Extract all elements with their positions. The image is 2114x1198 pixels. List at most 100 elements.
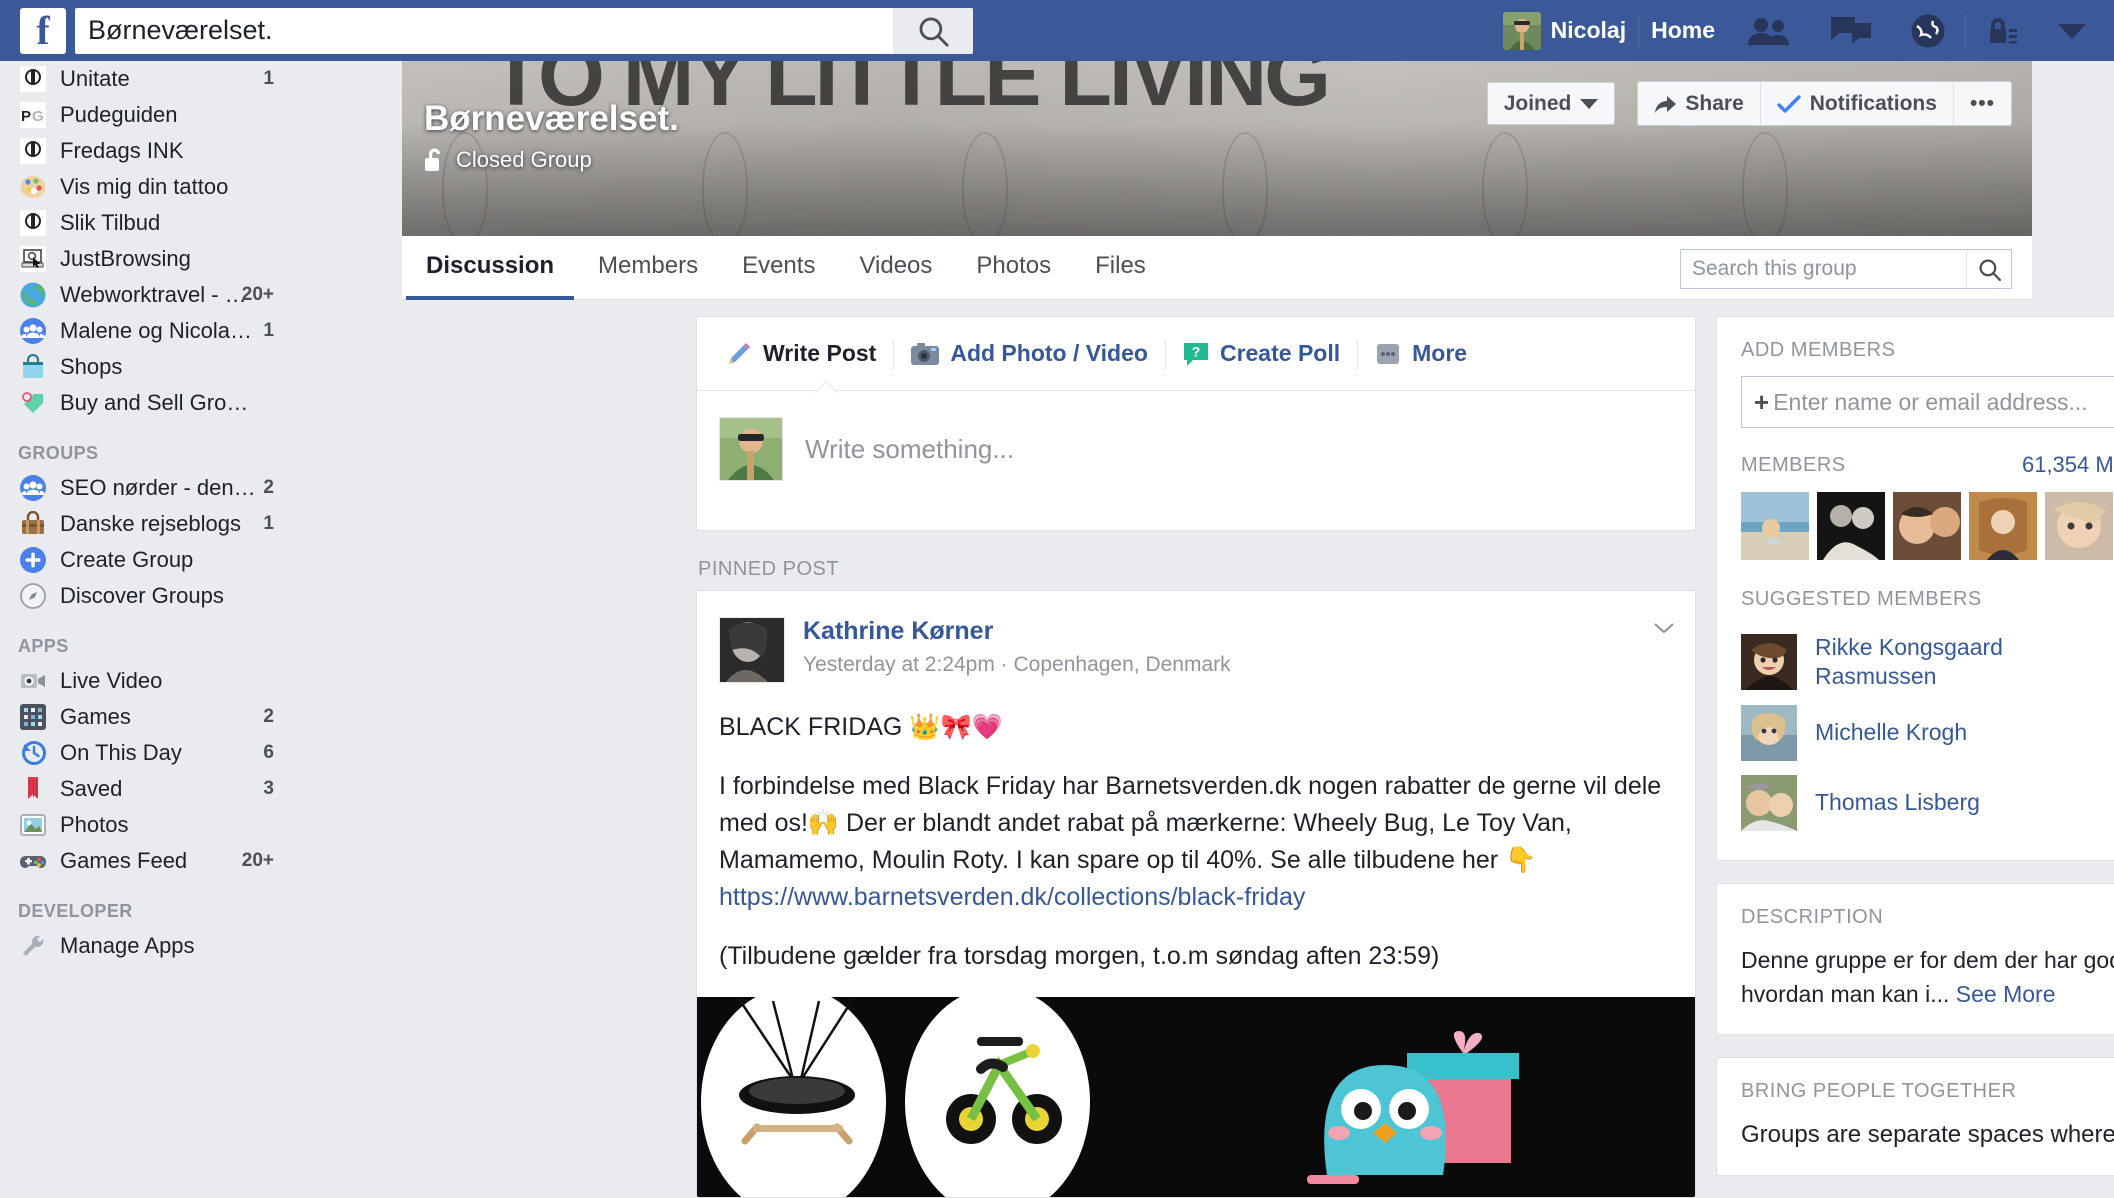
- account-chevron-icon[interactable]: [2038, 0, 2114, 61]
- sidebar-item-label: Slik Tilbud: [60, 210, 161, 235]
- post-author-name[interactable]: Kathrine Kørner: [803, 617, 1231, 646]
- sidebar-item-fredags-ink[interactable]: Fredags INK: [18, 133, 296, 169]
- suggested-member-name[interactable]: Michelle Krogh: [1815, 718, 2114, 747]
- sidebar-item-buy-and-sell-groups[interactable]: Buy and Sell Groups: [18, 385, 296, 421]
- suggested-member-name[interactable]: Thomas Lisberg: [1815, 788, 2114, 817]
- composer-tab-label: Create Poll: [1219, 340, 1341, 366]
- add-members-input[interactable]: [1773, 378, 2114, 426]
- sidebar-item-unitate[interactable]: Unitate 1: [18, 61, 296, 97]
- sidebar-item-malene-og-nicolajs-r[interactable]: Malene og Nicolajs r... 1: [18, 313, 296, 349]
- sidebar-item-label: Pudeguiden: [60, 102, 178, 127]
- sidebar-item-games-feed[interactable]: Games Feed 20+: [18, 843, 296, 879]
- sidebar-item-label: Vis mig din tattoo: [60, 174, 229, 199]
- share-button[interactable]: Share: [1638, 82, 1759, 125]
- member-avatar[interactable]: [1893, 492, 1961, 560]
- sidebar-item-justbrowsing[interactable]: JustBrowsing: [18, 241, 296, 277]
- sidebar-item-on-this-day[interactable]: On This Day 6: [18, 735, 296, 771]
- group-search[interactable]: [1680, 249, 2012, 289]
- avatar[interactable]: [1741, 633, 1797, 690]
- profile-name: Nicolaj: [1550, 17, 1627, 43]
- briefcase-icon: [18, 509, 48, 539]
- group-search-button[interactable]: [1966, 250, 2011, 288]
- games-grid-icon: [18, 702, 48, 732]
- search-submit-button[interactable]: [893, 7, 973, 54]
- search-input[interactable]: [75, 8, 893, 53]
- composer-tab-more[interactable]: More: [1358, 317, 1484, 391]
- group-icon: [18, 316, 48, 346]
- privacy-lock-icon[interactable]: [1966, 0, 2038, 61]
- sidebar-item-discover-groups[interactable]: Discover Groups: [18, 578, 296, 614]
- sidebar-item-pudeguiden[interactable]: P G Pudeguiden: [18, 97, 296, 133]
- post-image[interactable]: [697, 997, 1695, 1197]
- sidebar-groups-section: SEO nørder - den h... 2 Danske rejseblogs 1…: [18, 470, 296, 614]
- group-cover-photo[interactable]: TO MY LITTLE LIVING Børneværelset. Close…: [402, 61, 2032, 236]
- sidebar-item-webworktravel-di[interactable]: Webworktravel - Di... 20+: [18, 277, 296, 313]
- sidebar-item-saved[interactable]: Saved 3: [18, 771, 296, 807]
- avatar[interactable]: [1741, 774, 1797, 831]
- svg-text:P: P: [21, 108, 31, 125]
- bring-people-together-header-label: BRING PEOPLE TOGETHER: [1741, 1079, 2017, 1102]
- notifications-globe-icon[interactable]: [1891, 0, 1965, 61]
- composer-tab-create-poll[interactable]: ? Create Poll: [1166, 317, 1357, 391]
- sidebar-item-live-video[interactable]: Live Video: [18, 663, 296, 699]
- more-options-button[interactable]: •••: [1952, 82, 2011, 125]
- sidebar-item-seo-n-rder-den-h[interactable]: SEO nørder - den h... 2: [18, 470, 296, 506]
- sidebar-item-badge: 2: [263, 477, 274, 498]
- post-composer[interactable]: Write Post Add Photo / Video ? Create Po…: [696, 316, 1696, 531]
- sidebar-item-shops[interactable]: Shops: [18, 349, 296, 385]
- plus-icon: +: [1754, 386, 1770, 417]
- facebook-logo-icon[interactable]: f: [20, 7, 66, 54]
- member-avatar[interactable]: [1817, 492, 1885, 560]
- joined-button[interactable]: Joined: [1486, 82, 1616, 125]
- sidebar-item-slik-tilbud[interactable]: Slik Tilbud: [18, 205, 296, 241]
- sidebar-item-photos[interactable]: Photos: [18, 807, 296, 843]
- tab-members[interactable]: Members: [578, 236, 718, 300]
- description-see-more-link[interactable]: See More: [1956, 981, 2056, 1007]
- member-avatar[interactable]: [1969, 492, 2037, 560]
- cover-action-buttons: Joined Share Notifications •••: [1486, 81, 2012, 126]
- post-header: Kathrine Kørner Yesterday at 2:24pm · Co…: [697, 617, 1695, 683]
- suggested-member-name[interactable]: Rikke Kongsgaard Rasmussen: [1815, 633, 2114, 691]
- avatar[interactable]: [719, 617, 785, 683]
- group-search-input[interactable]: [1681, 250, 1966, 288]
- messages-icon[interactable]: [1811, 0, 1891, 61]
- sidebar-item-badge: 6: [263, 742, 274, 763]
- add-members-input-wrap[interactable]: +: [1741, 376, 2114, 428]
- friend-requests-icon[interactable]: [1727, 0, 1811, 61]
- composer-tab-row: Write Post Add Photo / Video ? Create Po…: [697, 317, 1695, 391]
- tab-videos[interactable]: Videos: [839, 236, 952, 300]
- post-meta: Kathrine Kørner Yesterday at 2:24pm · Co…: [803, 617, 1231, 683]
- members-count-link[interactable]: 61,354 Members (986 new): [2022, 452, 2114, 478]
- description-text: Denne gruppe er for dem der har gode idé…: [1741, 943, 2114, 1012]
- composer-tab-write-post[interactable]: Write Post: [709, 317, 893, 391]
- post-menu-chevron-icon[interactable]: [1653, 621, 1675, 635]
- suggested-member-row: Rikke Kongsgaard RasmussenAdd Member: [1741, 626, 2114, 698]
- page-thumb: [18, 136, 48, 166]
- composer-body[interactable]: Write something...: [697, 391, 1695, 507]
- sidebar-item-label: Malene og Nicolajs r...: [60, 318, 256, 343]
- notifications-button[interactable]: Notifications: [1759, 82, 1953, 125]
- member-avatar[interactable]: [2045, 492, 2113, 560]
- tab-files[interactable]: Files: [1075, 236, 1166, 300]
- sidebar-item-label: Live Video: [60, 668, 163, 693]
- sidebar-item-vis-mig-din-tattoo[interactable]: Vis mig din tattoo: [18, 169, 296, 205]
- home-link[interactable]: Home: [1639, 0, 1727, 61]
- left-sidebar[interactable]: Unitate 1 P G Pudeguiden Fredags INK Vis mig d…: [0, 61, 296, 1186]
- sidebar-item-manage-apps[interactable]: Manage Apps: [18, 928, 296, 964]
- profile-link[interactable]: Nicolaj: [1491, 0, 1638, 61]
- post-link[interactable]: https://www.barnetsverden.dk/collections…: [719, 883, 1305, 911]
- sidebar-item-danske-rejseblogs[interactable]: Danske rejseblogs 1: [18, 506, 296, 542]
- video-camera-icon: [18, 666, 48, 696]
- bring-people-together-text: Groups are separate spaces where you can…: [1741, 1120, 2114, 1148]
- composer-tab-add-photo-video[interactable]: Add Photo / Video: [894, 317, 1165, 391]
- avatar[interactable]: [1741, 704, 1797, 761]
- member-avatar[interactable]: [1741, 492, 1809, 560]
- sidebar-item-create-group[interactable]: Create Group: [18, 542, 296, 578]
- global-search[interactable]: [75, 7, 973, 54]
- sidebar-item-games[interactable]: Games 2: [18, 699, 296, 735]
- suggested-members-header: SUGGESTED MEMBERS See More: [1741, 586, 2114, 612]
- tab-events[interactable]: Events: [722, 236, 835, 300]
- tab-discussion[interactable]: Discussion: [406, 236, 575, 300]
- composer-placeholder[interactable]: Write something...: [805, 434, 1014, 465]
- tab-photos[interactable]: Photos: [956, 236, 1071, 300]
